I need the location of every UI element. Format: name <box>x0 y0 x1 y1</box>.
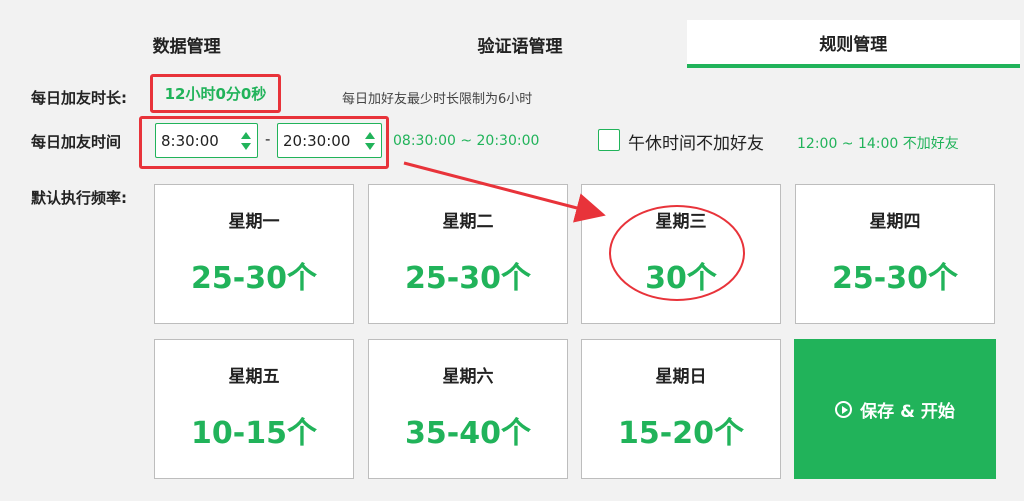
day-count: 25-30个 <box>832 261 958 296</box>
day-name: 星期日 <box>655 367 707 387</box>
end-time-spinner-icon[interactable] <box>365 130 375 152</box>
start-time-value: 8:30:00 <box>161 131 219 150</box>
daily-duration-value: 12小时0分0秒 <box>150 74 281 113</box>
start-time-input[interactable]: 8:30:00 <box>155 123 258 158</box>
end-time-input[interactable]: 20:30:00 <box>277 123 382 158</box>
day-card-saturday[interactable]: 星期六 35-40个 <box>368 339 568 479</box>
start-time-spinner-icon[interactable] <box>241 130 251 152</box>
day-name: 星期六 <box>442 367 494 387</box>
time-range-note: 08:30:00 ~ 20:30:00 <box>393 133 540 149</box>
day-card-sunday[interactable]: 星期日 15-20个 <box>581 339 781 479</box>
tab-data-management[interactable]: 数据管理 <box>20 20 353 68</box>
day-name: 星期一 <box>228 212 280 232</box>
day-card-wednesday[interactable]: 星期三 30个 <box>581 184 781 324</box>
daily-duration-hint: 每日加好友最少时长限制为6小时 <box>342 92 533 107</box>
daily-time-label: 每日加友时间 <box>31 133 122 151</box>
day-count: 15-20个 <box>618 416 744 451</box>
lunch-break-checkbox[interactable] <box>598 129 620 151</box>
day-count: 10-15个 <box>191 416 317 451</box>
lunch-break-note: 12:00 ~ 14:00 不加好友 <box>797 136 959 152</box>
day-count: 25-30个 <box>405 261 531 296</box>
play-icon <box>835 400 853 418</box>
day-name: 星期四 <box>869 212 921 232</box>
time-separator: - <box>265 130 271 148</box>
day-count: 30个 <box>645 261 717 296</box>
end-time-value: 20:30:00 <box>283 131 351 150</box>
day-count: 35-40个 <box>405 416 531 451</box>
day-name: 星期三 <box>655 212 707 232</box>
tab-rules-management[interactable]: 规则管理 <box>686 20 1020 68</box>
day-card-thursday[interactable]: 星期四 25-30个 <box>795 184 995 324</box>
save-and-start-label: 保存 & 开始 <box>860 401 955 422</box>
lunch-break-label[interactable]: 午休时间不加好友 <box>628 129 764 154</box>
save-and-start-button[interactable]: 保存 & 开始 <box>794 339 996 479</box>
day-card-monday[interactable]: 星期一 25-30个 <box>154 184 354 324</box>
day-card-friday[interactable]: 星期五 10-15个 <box>154 339 354 479</box>
tab-verification-management[interactable]: 验证语管理 <box>353 20 686 68</box>
daily-duration-label: 每日加友时长: <box>31 89 127 107</box>
frequency-label: 默认执行频率: <box>31 189 127 207</box>
tab-bar: 数据管理 验证语管理 规则管理 <box>20 20 1020 68</box>
day-name: 星期五 <box>228 367 280 387</box>
day-name: 星期二 <box>442 212 494 232</box>
day-card-tuesday[interactable]: 星期二 25-30个 <box>368 184 568 324</box>
day-count: 25-30个 <box>191 261 317 296</box>
